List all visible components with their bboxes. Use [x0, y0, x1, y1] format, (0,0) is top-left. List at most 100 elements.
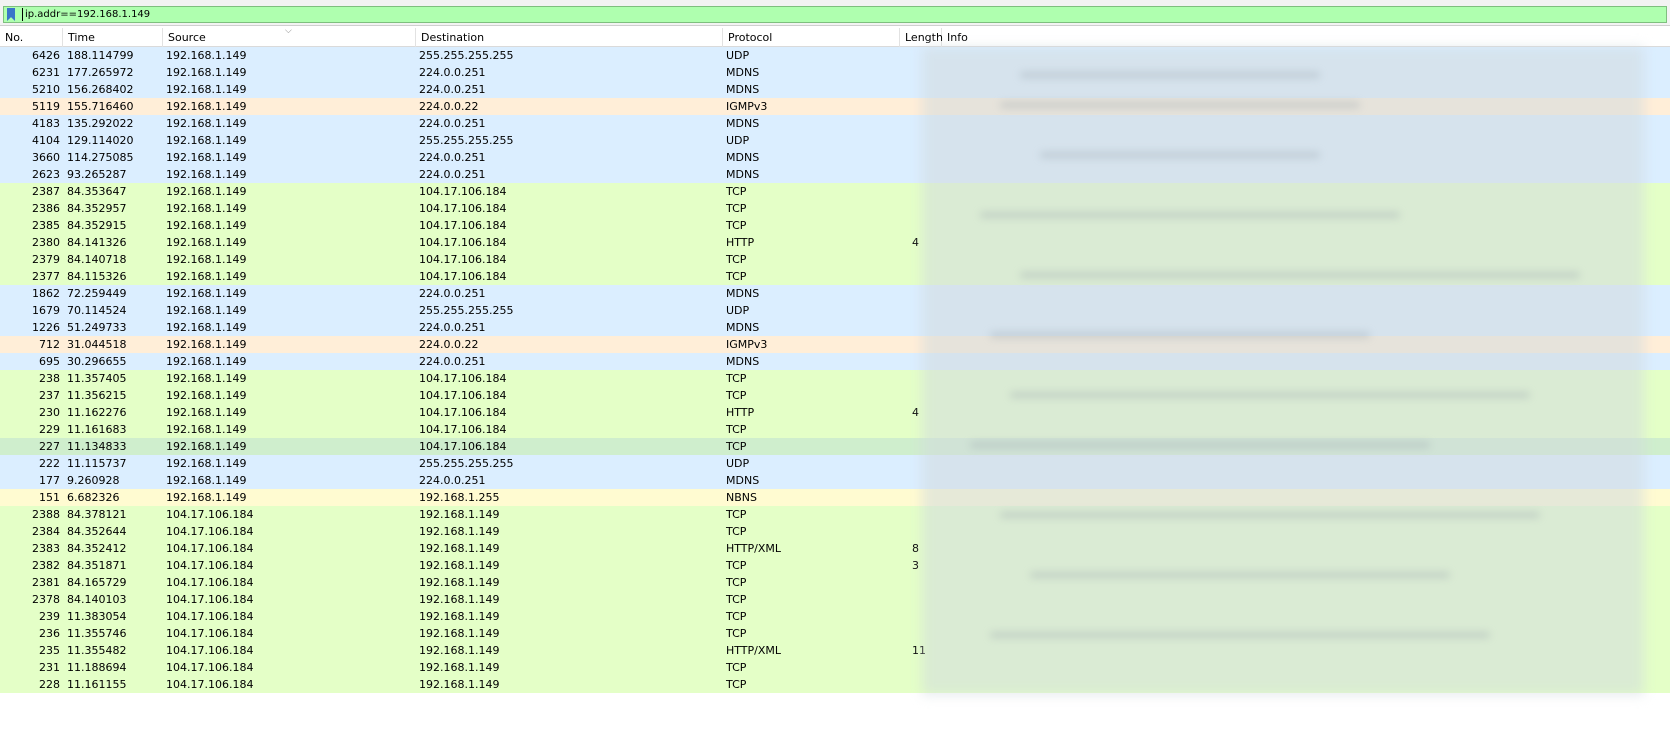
- packet-time: 70.114524: [67, 304, 127, 317]
- packet-source: 192.168.1.149: [166, 168, 247, 181]
- packet-time: 93.265287: [67, 168, 127, 181]
- packet-no: 5210: [32, 83, 60, 96]
- column-header-destination[interactable]: Destination: [416, 28, 723, 47]
- packet-source: 104.17.106.184: [166, 678, 254, 691]
- packet-no: 2378: [32, 593, 60, 606]
- packet-source: 192.168.1.149: [166, 457, 247, 470]
- packet-time: 11.188694: [67, 661, 127, 674]
- packet-protocol: MDNS: [726, 83, 760, 96]
- packet-source: 192.168.1.149: [166, 83, 247, 96]
- packet-no: 230: [39, 406, 60, 419]
- packet-time: 11.134833: [67, 440, 127, 453]
- packet-destination: 192.168.1.149: [419, 593, 500, 606]
- packet-destination: 255.255.255.255: [419, 304, 514, 317]
- column-header-protocol[interactable]: Protocol: [723, 28, 900, 47]
- packet-destination: 104.17.106.184: [419, 372, 507, 385]
- packet-destination: 104.17.106.184: [419, 406, 507, 419]
- packet-no: 231: [39, 661, 60, 674]
- packet-source: 104.17.106.184: [166, 525, 254, 538]
- packet-source: 192.168.1.149: [166, 253, 247, 266]
- packet-protocol: TCP: [726, 593, 747, 606]
- packet-source: 192.168.1.149: [166, 219, 247, 232]
- packet-source: 192.168.1.149: [166, 474, 247, 487]
- packet-no: 235: [39, 644, 60, 657]
- packet-source: 192.168.1.149: [166, 372, 247, 385]
- packet-destination: 192.168.1.149: [419, 576, 500, 589]
- packet-protocol: TCP: [726, 627, 747, 640]
- packet-source: 192.168.1.149: [166, 491, 247, 504]
- display-filter-input[interactable]: ip.addr==192.168.1.149: [3, 6, 1667, 23]
- packet-destination: 224.0.0.251: [419, 474, 486, 487]
- display-filter-text: ip.addr==192.168.1.149: [22, 8, 150, 21]
- packet-source: 104.17.106.184: [166, 559, 254, 572]
- packet-source: 104.17.106.184: [166, 644, 254, 657]
- packet-source: 104.17.106.184: [166, 661, 254, 674]
- packet-no: 2386: [32, 202, 60, 215]
- packet-length: 4: [912, 406, 919, 419]
- packet-protocol: MDNS: [726, 168, 760, 181]
- packet-time: 11.383054: [67, 610, 127, 623]
- packet-no: 238: [39, 372, 60, 385]
- column-header-time[interactable]: Time: [63, 28, 163, 47]
- packet-no: 1226: [32, 321, 60, 334]
- packet-time: 11.161683: [67, 423, 127, 436]
- packet-time: 84.352644: [67, 525, 127, 538]
- packet-time: 72.259449: [67, 287, 127, 300]
- column-header-length[interactable]: Length: [900, 28, 943, 47]
- packet-destination: 104.17.106.184: [419, 185, 507, 198]
- packet-source: 192.168.1.149: [166, 423, 247, 436]
- packet-no: 236: [39, 627, 60, 640]
- packet-no: 3660: [32, 151, 60, 164]
- packet-protocol: HTTP/XML: [726, 542, 782, 555]
- packet-no: 1679: [32, 304, 60, 317]
- packet-destination: 104.17.106.184: [419, 389, 507, 402]
- packet-time: 188.114799: [67, 49, 134, 62]
- packet-no: 2388: [32, 508, 60, 521]
- packet-protocol: UDP: [726, 134, 750, 147]
- packet-protocol: MDNS: [726, 474, 760, 487]
- packet-time: 114.275085: [67, 151, 134, 164]
- packet-no: 2382: [32, 559, 60, 572]
- packet-destination: 104.17.106.184: [419, 236, 507, 249]
- packet-source: 192.168.1.149: [166, 338, 247, 351]
- packet-time: 11.355746: [67, 627, 127, 640]
- packet-protocol: TCP: [726, 525, 747, 538]
- packet-source: 104.17.106.184: [166, 610, 254, 623]
- packet-destination: 192.168.1.149: [419, 627, 500, 640]
- packet-destination: 192.168.1.149: [419, 644, 500, 657]
- packet-protocol: MDNS: [726, 355, 760, 368]
- packet-no: 222: [39, 457, 60, 470]
- packet-protocol: TCP: [726, 440, 747, 453]
- packet-destination: 224.0.0.251: [419, 168, 486, 181]
- packet-destination: 224.0.0.251: [419, 83, 486, 96]
- packet-destination: 104.17.106.184: [419, 423, 507, 436]
- packet-time: 84.352957: [67, 202, 127, 215]
- packet-list-header: No. Time Source ⌵ Destination Protocol L…: [0, 26, 1670, 47]
- column-header-info[interactable]: Info: [942, 28, 1670, 47]
- packet-source: 192.168.1.149: [166, 151, 247, 164]
- redacted-info-lines: [960, 62, 1580, 682]
- packet-destination: 192.168.1.149: [419, 559, 500, 572]
- packet-protocol: TCP: [726, 661, 747, 674]
- packet-source: 192.168.1.149: [166, 321, 247, 334]
- bookmark-icon[interactable]: [7, 8, 15, 21]
- packet-protocol: TCP: [726, 423, 747, 436]
- packet-time: 31.044518: [67, 338, 127, 351]
- packet-protocol: TCP: [726, 559, 747, 572]
- packet-time: 11.161155: [67, 678, 127, 691]
- packet-source: 192.168.1.149: [166, 134, 247, 147]
- packet-no: 4183: [32, 117, 60, 130]
- packet-protocol: TCP: [726, 508, 747, 521]
- packet-source: 192.168.1.149: [166, 100, 247, 113]
- packet-protocol: TCP: [726, 202, 747, 215]
- packet-no: 229: [39, 423, 60, 436]
- packet-no: 239: [39, 610, 60, 623]
- packet-protocol: HTTP/XML: [726, 644, 782, 657]
- packet-protocol: TCP: [726, 185, 747, 198]
- packet-source: 192.168.1.149: [166, 287, 247, 300]
- packet-no: 151: [39, 491, 60, 504]
- packet-time: 11.115737: [67, 457, 127, 470]
- packet-no: 695: [39, 355, 60, 368]
- packet-time: 84.351871: [67, 559, 127, 572]
- column-header-no[interactable]: No.: [0, 28, 63, 47]
